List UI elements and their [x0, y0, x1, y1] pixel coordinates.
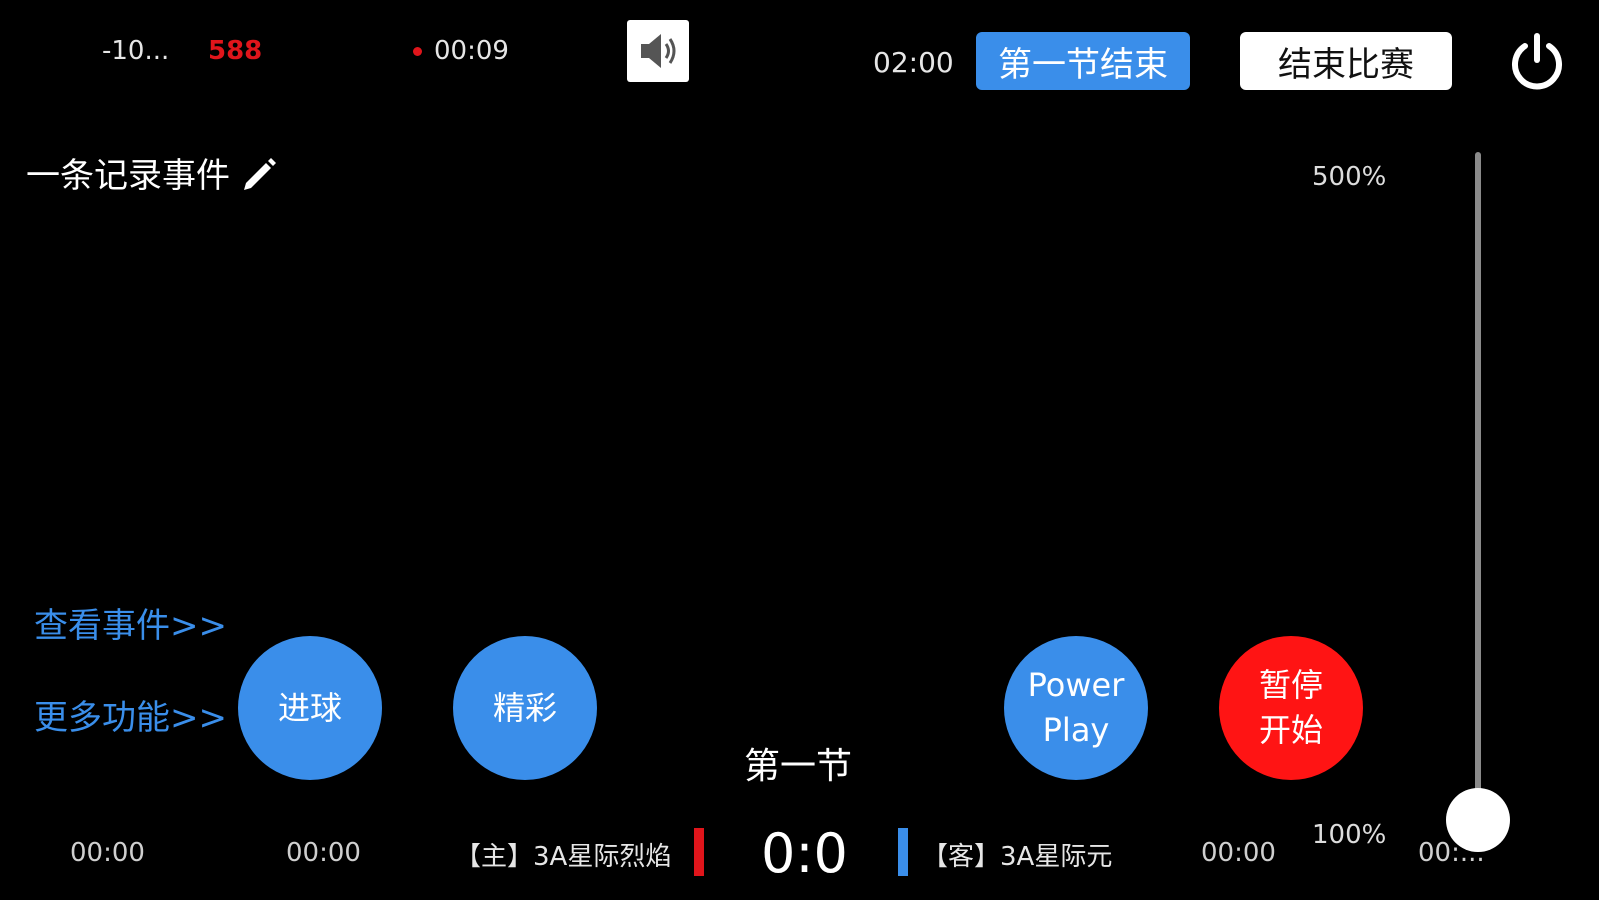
pause-start-button[interactable]: 暂停 开始: [1219, 636, 1363, 780]
period-clock: 02:00: [873, 46, 954, 79]
highlight-button-label: 精彩: [492, 688, 557, 727]
pencil-icon[interactable]: [238, 153, 278, 193]
view-events-link[interactable]: 查看事件>>: [34, 598, 227, 647]
goal-button[interactable]: 进球: [238, 636, 382, 780]
away-team-color-bar: [898, 828, 908, 876]
away-team-name: 【客】3A星际元: [922, 842, 1113, 872]
score-display: 0:0: [761, 822, 848, 885]
live-scoring-screen: -10... 588 00:09 02:00 第一节结束 结束比赛 一条记录事件…: [0, 0, 1599, 900]
pause-start-label-line1: 暂停: [1258, 666, 1323, 705]
power-glyph: [1512, 33, 1562, 90]
highlight-button[interactable]: 精彩: [453, 636, 597, 780]
pause-start-label: 暂停 开始: [1259, 663, 1323, 753]
zoom-min-label: 100%: [1312, 820, 1387, 850]
end-period-button[interactable]: 第一节结束: [976, 32, 1190, 90]
end-game-button[interactable]: 结束比赛: [1240, 32, 1452, 90]
power-play-label-line2: Play: [1042, 711, 1110, 749]
recording-dot-icon: [413, 47, 422, 56]
signal-strength: -10...: [102, 36, 170, 66]
zoom-slider-track[interactable]: [1475, 152, 1481, 824]
power-play-button[interactable]: Power Play: [1004, 636, 1148, 780]
period-label: 第一节: [744, 746, 853, 787]
event-note-text: 一条记录事件: [26, 156, 230, 196]
power-play-label: Power Play: [1028, 663, 1125, 753]
timer-2: 00:00: [286, 838, 361, 868]
home-team-color-bar: [694, 828, 704, 876]
power-icon[interactable]: [1505, 30, 1569, 94]
power-play-label-line1: Power: [1027, 666, 1125, 705]
pause-start-label-line2: 开始: [1258, 711, 1323, 749]
more-functions-link[interactable]: 更多功能>>: [34, 690, 227, 739]
bitrate-indicator: 588: [208, 36, 263, 66]
timer-4: 00:...: [1418, 838, 1485, 868]
zoom-max-label: 500%: [1312, 162, 1387, 192]
timer-3: 00:00: [1201, 838, 1276, 868]
event-note[interactable]: 一条记录事件: [26, 148, 278, 197]
speaker-glyph: [641, 34, 676, 68]
home-team-name: 【主】3A星际烈焰: [455, 842, 672, 872]
speaker-icon[interactable]: [627, 20, 689, 82]
goal-button-label: 进球: [277, 688, 342, 727]
timer-1: 00:00: [70, 838, 145, 868]
recording-time: 00:09: [434, 36, 509, 66]
